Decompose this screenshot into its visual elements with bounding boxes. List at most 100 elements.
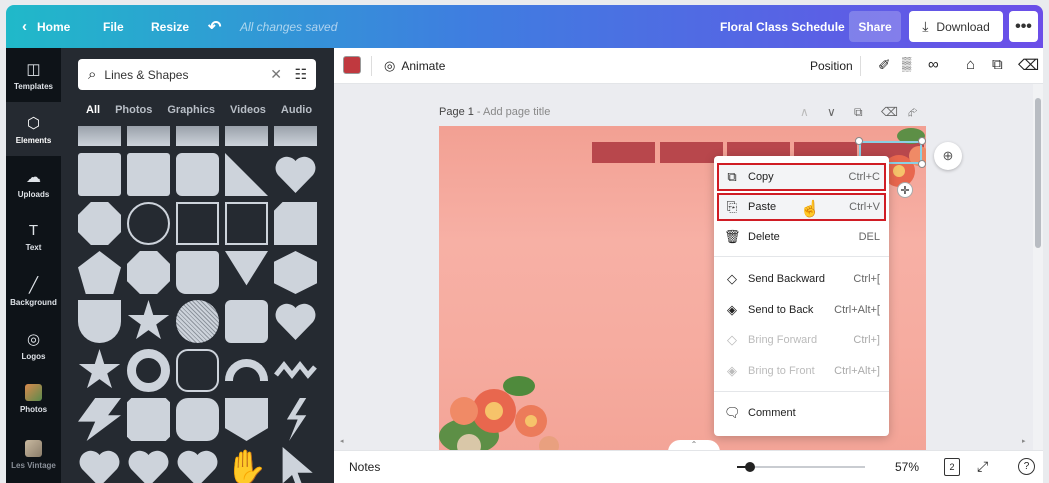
help-icon[interactable]: ? <box>1018 458 1035 475</box>
rail-item-background[interactable]: ╱ Background <box>6 264 61 318</box>
notched-square-shape[interactable] <box>127 398 170 441</box>
shape-tile[interactable] <box>274 126 317 146</box>
tab-videos[interactable]: Videos <box>230 104 266 116</box>
more-options-button[interactable]: ••• <box>1009 11 1038 42</box>
lock-icon[interactable]: ⌂ <box>966 56 975 73</box>
search-input[interactable] <box>104 67 255 82</box>
lightning-shape[interactable] <box>78 398 121 441</box>
file-menu[interactable]: File <box>103 20 124 34</box>
rounded-square-shape[interactable] <box>176 153 219 196</box>
position-button[interactable]: Position <box>810 59 853 73</box>
hand-pointer-shape[interactable]: ✋ <box>225 447 268 483</box>
move-icon[interactable]: ✛ <box>897 182 913 198</box>
menu-item-send-backward[interactable]: ◇ Send Backward Ctrl+[ <box>714 267 889 291</box>
tab-audio[interactable]: Audio <box>281 104 312 116</box>
star-shape[interactable] <box>127 300 170 340</box>
schedule-bar[interactable] <box>592 142 655 163</box>
tab-photos[interactable]: Photos <box>115 104 152 116</box>
down-triangle-shape[interactable] <box>225 251 268 286</box>
rail-item-elements[interactable]: ⬡ Elements <box>6 102 61 156</box>
heart-shape[interactable] <box>176 447 219 483</box>
pennant-shape[interactable] <box>225 398 268 441</box>
wavy-square-shape[interactable] <box>176 398 219 441</box>
fullscreen-icon[interactable]: ⤢ <box>977 458 988 475</box>
arc-shape[interactable] <box>225 359 268 381</box>
octagon-outline-shape[interactable] <box>176 349 219 392</box>
shape-tile[interactable] <box>127 126 170 146</box>
paint-roller-icon[interactable]: ✐ <box>878 56 891 74</box>
page-label[interactable]: Page 1 - Add page title <box>439 106 550 118</box>
resize-button[interactable]: Resize <box>151 20 189 34</box>
hatched-circle-shape[interactable] <box>176 300 219 343</box>
chevron-up-icon[interactable]: ∧ <box>800 105 809 119</box>
square-shape[interactable] <box>127 153 170 196</box>
hexagon-shape[interactable] <box>274 251 317 294</box>
scrollbar-thumb[interactable] <box>1035 98 1041 248</box>
heart-shape[interactable] <box>274 300 317 343</box>
menu-item-copy[interactable]: ⧉ Copy Ctrl+C <box>717 163 886 191</box>
add-comment-icon[interactable]: ⊕ <box>934 142 962 170</box>
rail-item-uploads[interactable]: ☁ Uploads <box>6 156 61 210</box>
star-shape[interactable] <box>78 349 121 389</box>
download-button[interactable]: ⤓ Download <box>909 11 1003 42</box>
scroll-left-icon[interactable]: ◂ <box>340 437 344 445</box>
duplicate-icon[interactable]: ⧉ <box>992 56 1003 73</box>
notes-button[interactable]: Notes <box>349 460 380 474</box>
pentagon-shape[interactable] <box>78 251 121 294</box>
rail-item-photos[interactable]: Photos <box>6 372 61 426</box>
ring-shape[interactable] <box>127 349 170 392</box>
clear-icon[interactable]: ✕ <box>270 66 282 83</box>
zoom-level[interactable]: 57% <box>895 460 919 474</box>
square-outline-shape[interactable] <box>176 202 219 245</box>
arch-shape[interactable] <box>78 300 121 343</box>
menu-item-comment[interactable]: 🗨 Comment <box>714 401 889 425</box>
duplicate-page-icon[interactable]: ⧉ <box>854 105 863 120</box>
home-button[interactable]: ‹ Home <box>22 18 70 35</box>
undo-icon[interactable]: ↶ <box>208 17 221 37</box>
rounded-square-shape[interactable] <box>225 300 268 343</box>
add-page-icon[interactable]: ⮳ <box>908 105 918 120</box>
circle-outline-shape[interactable] <box>127 202 170 245</box>
rail-item-les-vintage[interactable]: Les Vintage <box>6 428 61 482</box>
document-title[interactable]: Floral Class Schedule <box>720 20 845 34</box>
rail-item-templates[interactable]: ◫ Templates <box>6 48 61 102</box>
vertical-scrollbar[interactable] <box>1033 84 1043 450</box>
rail-item-logos[interactable]: ◎ Logos <box>6 318 61 372</box>
zoom-slider[interactable] <box>737 462 865 472</box>
menu-item-delete[interactable]: 🗑 Delete DEL <box>714 225 889 249</box>
filter-icon[interactable]: ☷ <box>294 66 307 83</box>
zigzag-shape[interactable] <box>274 349 317 392</box>
trash-icon[interactable]: ⌫ <box>1018 56 1039 74</box>
link-icon[interactable]: ∞ <box>928 56 939 73</box>
resize-handle[interactable] <box>918 137 926 145</box>
cut-corner-shape[interactable] <box>274 202 317 245</box>
shape-tile[interactable] <box>176 126 219 146</box>
tab-graphics[interactable]: Graphics <box>167 104 215 116</box>
rail-item-text[interactable]: T Text <box>6 210 61 264</box>
transparency-icon[interactable]: ▒ <box>902 56 911 71</box>
tab-all[interactable]: All <box>86 104 100 116</box>
resize-handle[interactable] <box>918 160 926 168</box>
color-swatch[interactable] <box>343 56 361 74</box>
heart-shape[interactable] <box>274 153 317 196</box>
chevron-down-icon[interactable]: ∨ <box>827 105 836 119</box>
share-button[interactable]: Share <box>849 11 901 42</box>
square-shape[interactable] <box>78 153 121 196</box>
shape-tile[interactable] <box>78 126 121 146</box>
page-count-button[interactable]: 2 <box>944 458 960 476</box>
heart-shape[interactable] <box>78 447 121 483</box>
shield-shape[interactable] <box>176 251 219 294</box>
flower-illustration[interactable] <box>439 356 569 450</box>
menu-item-send-to-back[interactable]: ◈ Send to Back Ctrl+Alt+[ <box>714 298 889 322</box>
badge-shape[interactable] <box>78 202 121 245</box>
delete-page-icon[interactable]: ⌫ <box>881 105 898 119</box>
resize-handle[interactable] <box>855 137 863 145</box>
octagon-shape[interactable] <box>127 251 170 294</box>
heart-shape[interactable] <box>127 447 170 483</box>
zoom-slider-knob[interactable] <box>744 462 755 472</box>
shape-tile[interactable] <box>225 126 268 146</box>
animate-button[interactable]: ◎ Animate <box>384 58 445 74</box>
bolt-shape[interactable] <box>286 398 307 441</box>
cursor-arrow-shape[interactable] <box>282 447 313 483</box>
scroll-right-icon[interactable]: ▸ <box>1022 437 1026 445</box>
